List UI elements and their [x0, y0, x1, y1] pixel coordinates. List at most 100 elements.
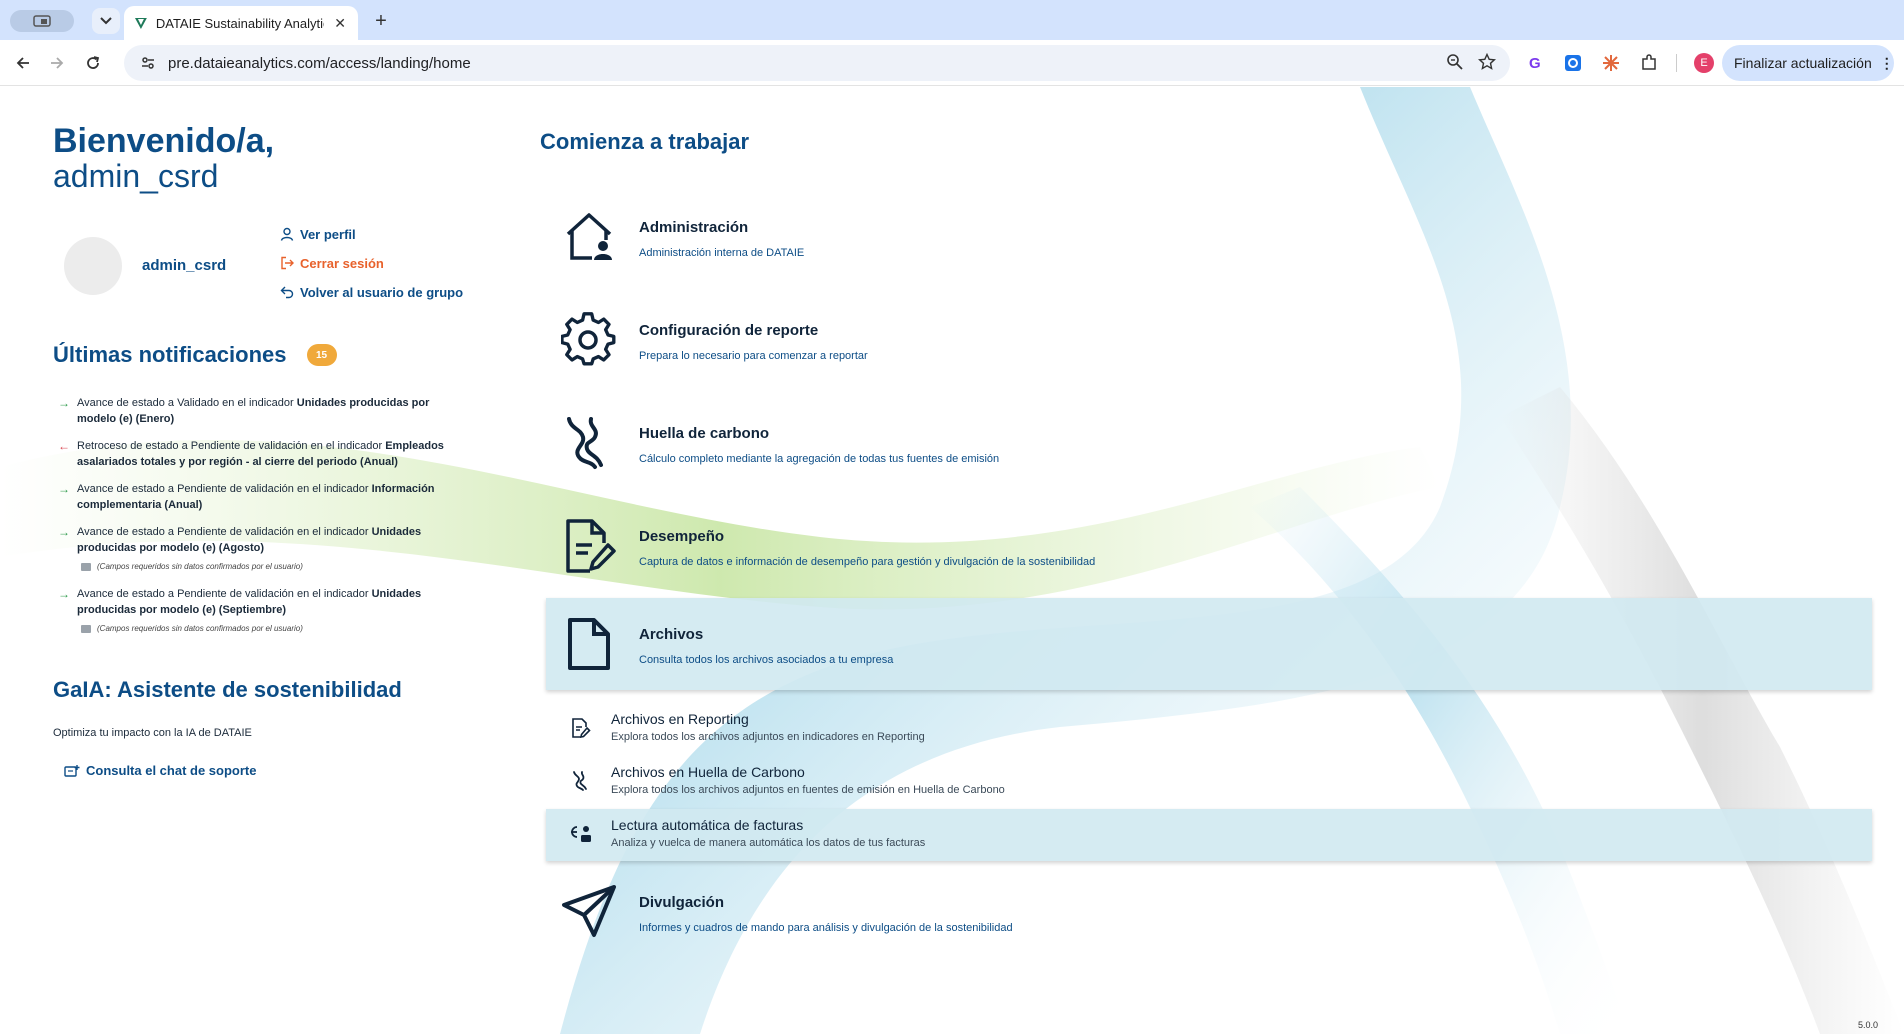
browser-tab-active[interactable]: DATAIE Sustainability Analytic ✕	[124, 6, 358, 40]
document-edit-icon	[570, 717, 592, 739]
support-chat-label: Consulta el chat de soporte	[86, 763, 257, 778]
file-icon	[560, 615, 618, 673]
url-text: pre.dataieanalytics.com/access/landing/h…	[168, 54, 471, 72]
notification-note: (Campos requeridos sin datos confirmados…	[81, 559, 458, 575]
invoice-scan-icon	[570, 823, 592, 845]
extension-orange-icon[interactable]	[1600, 52, 1622, 74]
submodule-description: Explora todos los archivos adjuntos en i…	[611, 731, 925, 743]
module-description: Consulta todos los archivos asociados a …	[639, 654, 894, 666]
module-huella-carbono[interactable]: Huella de carbono Cálculo completo media…	[546, 397, 1872, 489]
browser-toolbar: pre.dataieanalytics.com/access/landing/h…	[0, 40, 1904, 86]
finish-update-button[interactable]: Finalizar actualización ⋮	[1722, 45, 1894, 81]
browser-tabstrip: DATAIE Sustainability Analytic ✕ +	[0, 0, 1904, 40]
finish-update-label: Finalizar actualización	[1734, 55, 1872, 71]
footprint-icon	[560, 414, 618, 472]
back-button[interactable]	[10, 50, 36, 76]
notifications-title: Últimas notificaciones	[53, 342, 287, 367]
profile-links: Ver perfil Cerrar sesión Volver al usuar…	[280, 225, 463, 301]
arrow-left-icon: ←	[58, 439, 70, 453]
notifications-count-badge: 15	[306, 344, 337, 366]
tab-close-icon[interactable]: ✕	[332, 15, 348, 32]
tab-groups-button[interactable]	[10, 10, 74, 32]
submodule-lectura-facturas[interactable]: Lectura automática de facturas Analiza y…	[546, 809, 1872, 861]
gear-icon	[560, 311, 618, 369]
tab-title: DATAIE Sustainability Analytic	[155, 15, 325, 31]
address-bar[interactable]: pre.dataieanalytics.com/access/landing/h…	[124, 45, 1510, 81]
module-administracion[interactable]: Administración Administración interna de…	[546, 191, 1872, 283]
module-description: Administración interna de DATAIE	[639, 247, 805, 259]
welcome-username: admin_csrd	[53, 158, 219, 194]
dataie-favicon-icon	[134, 18, 147, 29]
app-version: 5.0.0	[1857, 1020, 1878, 1030]
arrow-right-icon	[51, 57, 64, 69]
module-title: Configuración de reporte	[639, 322, 819, 339]
notification-item[interactable]: → Avance de estado a Pendiente de valida…	[58, 524, 458, 575]
back-to-group-user-link[interactable]: Volver al usuario de grupo	[280, 283, 463, 301]
module-divulgacion[interactable]: Divulgación Informes y cuadros de mando …	[546, 866, 1872, 958]
reload-button[interactable]	[80, 50, 106, 76]
module-description: Cálculo completo mediante la agregación …	[639, 453, 1000, 465]
notification-item[interactable]: ← Retroceso de estado a Pendiente de val…	[58, 438, 458, 470]
support-chat-link[interactable]: Consulta el chat de soporte	[64, 763, 256, 778]
notifications-list: → Avance de estado a Validado en el indi…	[58, 395, 458, 648]
submodule-description: Explora todos los archivos adjuntos en f…	[611, 784, 1005, 796]
chat-add-icon	[64, 764, 80, 777]
reload-icon	[87, 56, 100, 69]
site-settings-icon[interactable]	[140, 55, 156, 71]
welcome-greeting: Bienvenido/a,	[53, 122, 275, 160]
submodule-title: Archivos en Huella de Carbono	[611, 764, 805, 780]
new-tab-button[interactable]: +	[368, 8, 394, 34]
profile-avatar[interactable]: E	[1693, 52, 1715, 74]
arrow-right-icon: →	[58, 525, 70, 539]
submodule-title: Archivos en Reporting	[611, 711, 749, 727]
back-to-group-label: Volver al usuario de grupo	[300, 284, 464, 300]
notification-item[interactable]: → Avance de estado a Pendiente de valida…	[58, 481, 458, 513]
house-user-icon	[560, 208, 618, 266]
submodule-archivos-reporting[interactable]: Archivos en Reporting Explora todos los …	[546, 703, 1872, 755]
module-archivos[interactable]: Archivos Consulta todos los archivos aso…	[546, 598, 1872, 690]
notification-item[interactable]: → Avance de estado a Pendiente de valida…	[58, 586, 458, 637]
arrow-left-icon	[16, 57, 29, 69]
more-menu-icon[interactable]: ⋮	[1880, 55, 1894, 72]
extension-blue-icon[interactable]	[1562, 52, 1584, 74]
user-icon	[280, 227, 294, 241]
gaia-subtitle: Optimiza tu impacto con la IA de DATAIE	[53, 727, 252, 739]
module-desempeno[interactable]: Desempeño Captura de datos e información…	[546, 500, 1872, 592]
forward-button[interactable]	[44, 50, 70, 76]
profile-username: admin_csrd	[142, 257, 227, 274]
logout-icon	[281, 256, 294, 270]
module-description: Informes y cuadros de mando para análisi…	[639, 922, 1013, 934]
module-title: Huella de carbono	[639, 425, 770, 442]
welcome-heading: Bienvenido/a, admin_csrd	[53, 123, 274, 193]
chevron-down-icon	[100, 17, 112, 25]
gaia-heading: GaIA: Asistente de sostenibilidad	[53, 677, 402, 702]
window-icon	[33, 15, 51, 27]
tab-search-button[interactable]	[92, 8, 120, 34]
submodule-description: Analiza y vuelca de manera automática lo…	[611, 837, 926, 849]
start-working-heading: Comienza a trabajar	[540, 129, 750, 154]
extensions-puzzle-icon[interactable]	[1638, 52, 1660, 74]
module-title: Archivos	[639, 626, 704, 643]
comment-icon	[81, 563, 91, 571]
submodule-title: Lectura automática de facturas	[611, 817, 804, 833]
landing-page: Bienvenido/a, admin_csrd admin_csrd Ver …	[0, 87, 1904, 1034]
module-configuracion-reporte[interactable]: Configuración de reporte Prepara lo nece…	[546, 294, 1872, 386]
avatar	[64, 237, 122, 295]
logout-link[interactable]: Cerrar sesión	[280, 254, 463, 272]
arrow-right-icon: →	[58, 482, 70, 496]
notification-item[interactable]: → Avance de estado a Validado en el indi…	[58, 395, 458, 427]
module-title: Desempeño	[639, 528, 725, 545]
notifications-heading: Últimas notificaciones 15	[53, 342, 337, 368]
module-description: Captura de datos e información de desemp…	[639, 556, 1096, 568]
undo-arrow-icon	[280, 286, 294, 299]
arrow-right-icon: →	[58, 587, 70, 601]
zoom-icon[interactable]	[1446, 53, 1464, 71]
logout-label: Cerrar sesión	[300, 255, 384, 271]
view-profile-link[interactable]: Ver perfil	[280, 225, 463, 243]
submodule-archivos-huella[interactable]: Archivos en Huella de Carbono Explora to…	[546, 756, 1872, 808]
bookmark-star-icon[interactable]	[1478, 53, 1496, 71]
paper-plane-icon	[560, 883, 618, 941]
view-profile-label: Ver perfil	[300, 226, 356, 242]
grammarly-extension-icon[interactable]: G	[1524, 52, 1546, 74]
comment-icon	[81, 625, 91, 633]
